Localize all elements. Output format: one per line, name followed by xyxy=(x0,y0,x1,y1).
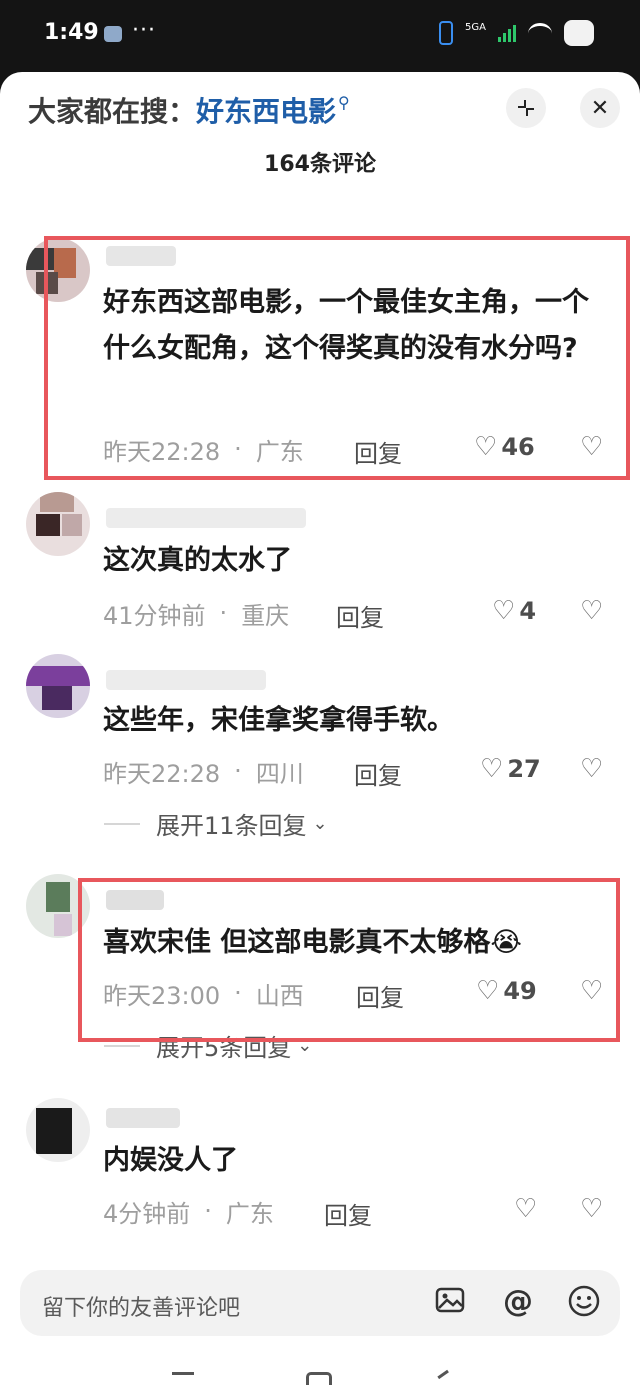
home-nav-icon[interactable] xyxy=(306,1372,332,1385)
notification-app-icon xyxy=(104,26,122,42)
status-time: 1:49 xyxy=(44,20,99,45)
comment-text: 内娱没人了 xyxy=(103,1145,238,1176)
expand-replies-button[interactable]: 展开11条回复 ⌄ xyxy=(104,806,328,841)
emoji-icon[interactable] xyxy=(566,1284,602,1320)
image-icon[interactable] xyxy=(432,1284,468,1320)
like-button[interactable]: ♡ xyxy=(514,1194,541,1224)
reply-button[interactable]: 回复 xyxy=(324,1196,372,1231)
comment-meta: 4分钟前 · 广东 xyxy=(103,1194,274,1228)
avatar[interactable] xyxy=(26,492,90,556)
expand-replies-label: 展开11条回复 xyxy=(156,812,307,840)
chevron-down-icon: ⌄ xyxy=(312,813,328,834)
signal-icon xyxy=(498,24,516,42)
like-button[interactable]: ♡ 4 xyxy=(492,596,536,626)
username-blurred[interactable] xyxy=(106,1108,180,1128)
more-notifications-icon: ··· xyxy=(132,18,156,43)
comment-input-placeholder[interactable]: 留下你的友善评论吧 xyxy=(42,1290,240,1322)
like-count: 4 xyxy=(519,597,537,625)
battery-icon xyxy=(564,20,594,46)
username-blurred[interactable] xyxy=(106,508,306,528)
search-icon: ⚲ xyxy=(338,92,350,112)
comment-item: 这些年，宋佳拿奖拿得手软。 昨天22:28 · 四川 回复 ♡ 27 ♡ 展开1… xyxy=(0,650,640,850)
comments-sheet: 大家都在搜： 好东西电影 ⚲ ✕ 164条评论 好东西这部电影，一个最佳女主角，… xyxy=(0,72,640,1387)
comment-time: 4分钟前 xyxy=(103,1199,191,1228)
heart-icon: ♡ xyxy=(514,1194,538,1224)
avatar[interactable] xyxy=(26,654,90,718)
comment-location: 重庆 xyxy=(241,601,290,630)
username-blurred[interactable] xyxy=(106,670,266,690)
comment-meta: 昨天22:28 · 四川 xyxy=(103,754,304,788)
comment-count: 164条评论 xyxy=(264,152,376,177)
wifi-icon xyxy=(528,22,552,44)
comment-text: 这些年，宋佳拿奖拿得手软。 xyxy=(103,705,454,736)
reply-button[interactable]: 回复 xyxy=(336,598,384,633)
comment-meta: 41分钟前 · 重庆 xyxy=(103,596,289,630)
comment-location: 广东 xyxy=(225,1199,274,1228)
back-nav-icon[interactable] xyxy=(437,1369,455,1387)
highlight-box xyxy=(78,878,620,1042)
collapse-icon xyxy=(518,100,534,116)
comment-location: 四川 xyxy=(255,759,304,788)
trending-search-prefix: 大家都在搜： xyxy=(28,95,197,128)
comment-item: 内娱没人了 4分钟前 · 广东 回复 ♡ ♡ xyxy=(0,1094,640,1244)
status-bar: 1:49 ··· 5GA xyxy=(0,0,640,72)
highlight-box xyxy=(44,236,630,480)
trending-search[interactable]: 大家都在搜： 好东西电影 ⚲ xyxy=(28,90,350,130)
comment-time: 昨天22:28 xyxy=(103,759,221,788)
comment-item: 这次真的太水了 41分钟前 · 重庆 回复 ♡ 4 ♡ xyxy=(0,488,640,632)
at-icon[interactable]: @ xyxy=(500,1284,536,1320)
avatar[interactable] xyxy=(26,1098,90,1162)
system-nav-bar xyxy=(0,1369,640,1387)
broken-heart-icon[interactable]: ♡ xyxy=(580,754,603,784)
broken-heart-icon[interactable]: ♡ xyxy=(580,1194,603,1224)
comment-text: 这次真的太水了 xyxy=(103,545,292,576)
status-icons: 5GA xyxy=(439,20,594,46)
comment-input-bar[interactable]: 留下你的友善评论吧 @ xyxy=(20,1270,620,1336)
heart-icon: ♡ xyxy=(480,754,504,784)
close-icon: ✕ xyxy=(590,95,610,121)
heart-icon: ♡ xyxy=(492,596,516,626)
broken-heart-icon[interactable]: ♡ xyxy=(580,596,603,626)
network-label: 5GA xyxy=(465,21,486,33)
phone-icon xyxy=(439,21,454,45)
close-button[interactable]: ✕ xyxy=(580,88,620,128)
comment-time: 41分钟前 xyxy=(103,601,206,630)
trending-search-term[interactable]: 好东西电影 xyxy=(196,90,336,130)
menu-nav-icon[interactable] xyxy=(172,1372,194,1385)
collapse-button[interactable] xyxy=(506,88,546,128)
like-count: 27 xyxy=(507,755,541,783)
like-button[interactable]: ♡ 27 xyxy=(480,754,541,784)
reply-button[interactable]: 回复 xyxy=(354,756,402,791)
